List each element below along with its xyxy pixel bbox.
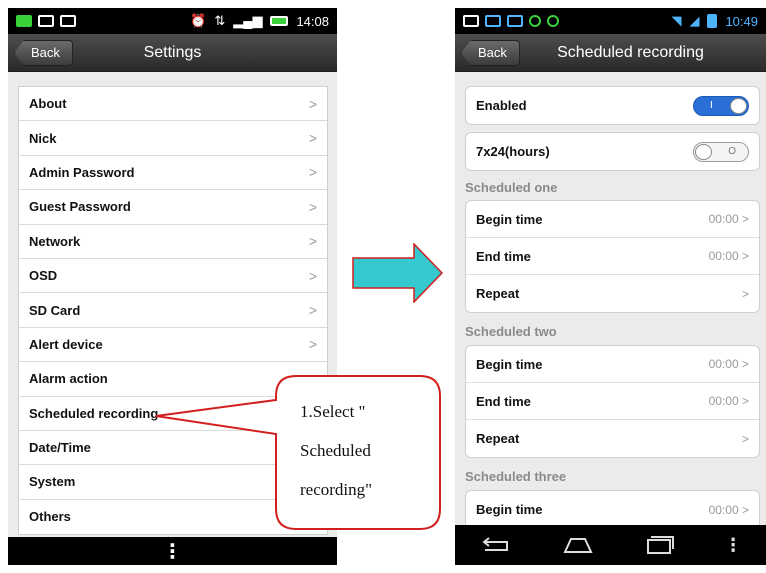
mail-icon [60,15,76,27]
all-day-toggle[interactable]: O [693,141,749,162]
enabled-card: Enabled I [465,86,760,125]
overflow-menu-icon[interactable]: ⋮ [724,535,742,556]
battery-icon [707,14,718,28]
begin-time-row[interactable]: Begin time 00:00 > [466,491,759,528]
all-day-label: 7x24(hours) [476,144,550,159]
sync-icon [547,15,559,27]
callout-line-1: 1.Select " [300,402,366,421]
toggle-knob [730,97,747,114]
all-day-card: 7x24(hours) O [465,132,760,171]
title-bar: Back Scheduled recording [455,34,766,72]
callout-text: 1.Select " Scheduled recording" [300,392,430,509]
chevron-right-icon: > [308,164,317,181]
signal-icon: ◢ [689,13,700,28]
end-time-row[interactable]: End time 00:00 > [466,238,759,275]
chevron-right-icon: > [308,336,317,353]
status-bar: ◥ ◢ 10:49 [455,8,766,34]
status-bar: ⏰ ⇅ ▂▄▆ 14:08 [8,8,337,34]
settings-item-osd[interactable]: OSD > [19,259,327,294]
status-time: 10:49 [725,13,758,29]
begin-time-row[interactable]: Begin time 00:00 > [466,201,759,238]
scheduled-recording-screen: ◥ ◢ 10:49 Back Scheduled recording Enabl… [455,8,766,565]
chevron-right-icon: > [308,233,317,250]
status-time: 14:08 [296,13,329,29]
enabled-row: Enabled I [466,87,759,124]
section-title-scheduled-two: Scheduled two [465,324,557,339]
overflow-menu-icon[interactable]: ⋮ [163,539,183,564]
message-icon [38,15,54,27]
scheduled-one-card: Begin time 00:00 > End time 00:00 > Repeat… [465,200,760,313]
settings-item-admin-password[interactable]: Admin Password > [19,156,327,191]
enabled-toggle[interactable]: I [693,95,749,116]
recent-apps-icon[interactable] [642,535,676,555]
callout-line-2: Scheduled [300,441,371,460]
title-bar: Back Settings [8,34,337,72]
battery-icon [270,16,289,26]
section-title-scheduled-three: Scheduled three [465,469,567,484]
end-time-row[interactable]: End time 00:00 > [466,383,759,420]
data-icon: ⇅ [214,13,226,28]
toggle-knob [695,143,712,160]
chevron-right-icon: > [308,267,317,284]
settings-item-guest-password[interactable]: Guest Password > [19,190,327,225]
app-icon [485,15,501,27]
enabled-label: Enabled [476,98,527,113]
home-icon[interactable] [561,535,595,555]
back-nav-icon[interactable] [479,535,513,555]
right-arrow-icon [352,243,444,303]
settings-item-about[interactable]: About > [19,87,327,122]
settings-item-sd-card[interactable]: SD Card > [19,293,327,328]
repeat-row[interactable]: Repeat > [466,275,759,312]
scheduled-two-card: Begin time 00:00 > End time 00:00 > Repeat… [465,345,760,458]
alarm-icon: ⏰ [190,13,207,28]
wifi-icon: ◥ [671,13,682,28]
callout-line-3: recording" [300,480,373,499]
app-icon [507,15,523,27]
back-button[interactable]: Back [14,40,73,66]
settings-item-nick[interactable]: Nick > [19,121,327,156]
chevron-right-icon: > [308,95,317,112]
image-icon [463,15,479,27]
sync-icon [529,15,541,27]
navigation-bar: ⋮ [8,537,337,565]
scheduled-three-card: Begin time 00:00 > [465,490,760,530]
section-title-scheduled-one: Scheduled one [465,180,558,195]
signal-icon: ▂▄▆ [233,13,263,28]
chevron-right-icon: > [308,302,317,319]
settings-item-alert-device[interactable]: Alert device > [19,328,327,363]
chevron-right-icon: > [308,198,317,215]
settings-item-network[interactable]: Network > [19,225,327,259]
back-button[interactable]: Back [461,40,520,66]
all-day-row: 7x24(hours) O [466,133,759,170]
navigation-bar: ⋮ [455,525,766,565]
notification-icon [16,15,32,27]
repeat-row[interactable]: Repeat > [466,420,759,457]
begin-time-row[interactable]: Begin time 00:00 > [466,346,759,383]
chevron-right-icon: > [308,130,317,147]
